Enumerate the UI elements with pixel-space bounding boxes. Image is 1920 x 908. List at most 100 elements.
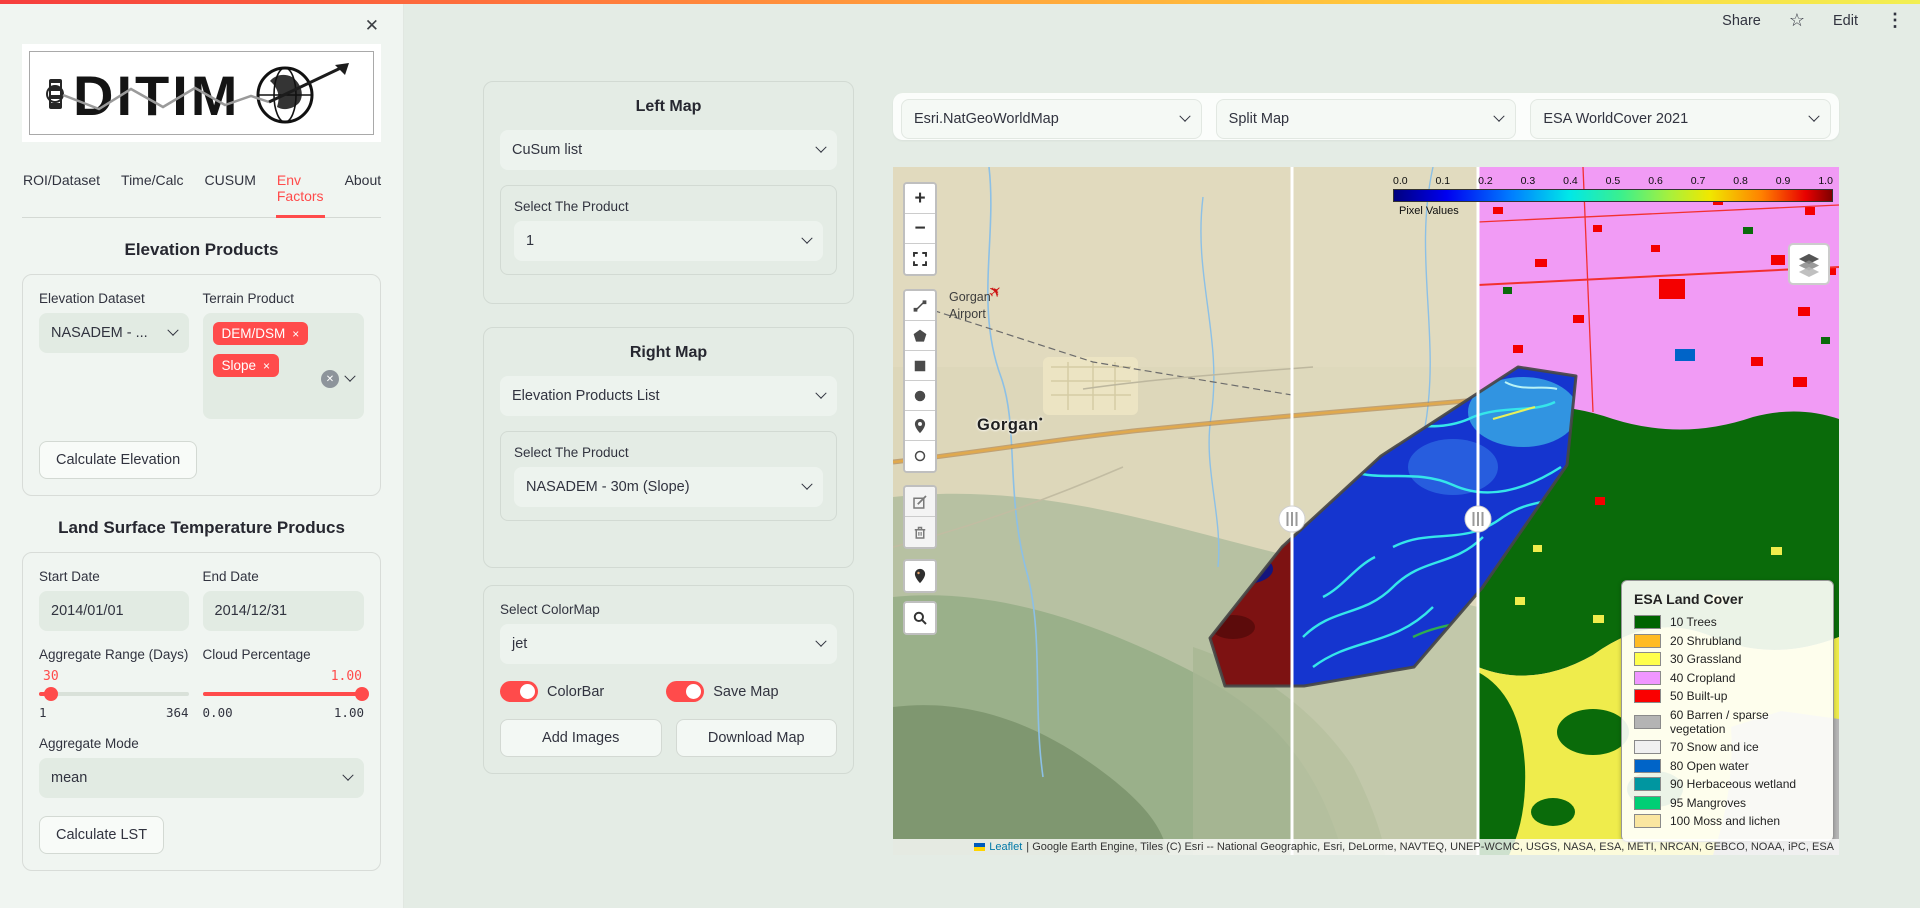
tab-cusum[interactable]: CUSUM xyxy=(204,166,257,217)
search-control xyxy=(903,601,937,635)
legend-swatch xyxy=(1634,615,1661,629)
marker-icon xyxy=(911,417,929,435)
colorbar-gradient xyxy=(1393,189,1833,202)
aggregate-range-slider: Aggregate Range (Days) 30 1 364 xyxy=(39,647,189,720)
chevron-down-icon xyxy=(1494,111,1505,122)
city-label: Gorgan● xyxy=(977,416,1043,435)
legend-label: 40 Cropland xyxy=(1670,671,1735,685)
fullscreen-button[interactable] xyxy=(905,244,935,274)
right-map-product-box: Select The Product NASADEM - 30m (Slope) xyxy=(500,431,837,521)
sidebar-tabs: ROI/Dataset Time/Calc CUSUM Env Factors … xyxy=(22,166,381,218)
map-container[interactable]: + − xyxy=(893,167,1839,855)
slider-thumb[interactable] xyxy=(44,687,58,701)
split-handle-right[interactable] xyxy=(1465,506,1491,532)
slider-track[interactable] xyxy=(39,692,189,696)
legend-swatch xyxy=(1634,814,1661,828)
legend-item: 95 Mangroves xyxy=(1634,796,1821,810)
draw-marker-button[interactable] xyxy=(905,411,935,441)
left-map-product-select[interactable]: 1 xyxy=(514,221,823,261)
multiselect-clear-icon[interactable]: ✕ xyxy=(321,370,339,388)
select-colormap-label: Select ColorMap xyxy=(500,602,837,617)
esa-landcover-legend: ESA Land Cover 10 Trees 20 Shrubland 30 … xyxy=(1621,580,1834,842)
draw-polygon-button[interactable] xyxy=(905,321,935,351)
calculate-elevation-button[interactable]: Calculate Elevation xyxy=(39,441,197,479)
chevron-down-icon xyxy=(1179,111,1190,122)
elevation-dataset-label: Elevation Dataset xyxy=(39,291,189,306)
right-map-list-select[interactable]: Elevation Products List xyxy=(500,376,837,416)
polygon-icon xyxy=(911,327,929,345)
draw-circle-button[interactable] xyxy=(905,381,935,411)
legend-item: 50 Built-up xyxy=(1634,689,1821,703)
tab-roi-dataset[interactable]: ROI/Dataset xyxy=(22,166,101,217)
legend-swatch xyxy=(1634,796,1661,810)
colorbar-toggle[interactable] xyxy=(500,681,538,702)
share-button[interactable]: Share xyxy=(1722,13,1761,29)
right-map-product-select[interactable]: NASADEM - 30m (Slope) xyxy=(514,467,823,507)
start-date-input[interactable]: 2014/01/01 xyxy=(39,591,189,631)
search-icon xyxy=(911,609,929,627)
legend-label: 50 Built-up xyxy=(1670,689,1727,703)
slider-max: 1.00 xyxy=(334,705,364,720)
edit-layers-button[interactable] xyxy=(905,487,935,517)
pin-button[interactable] xyxy=(905,561,935,591)
tag-remove-icon[interactable]: × xyxy=(263,359,270,373)
tick: 0.1 xyxy=(1436,175,1451,187)
circlemarker-icon xyxy=(911,447,929,465)
elevation-dataset-select[interactable]: NASADEM - ... xyxy=(39,313,189,353)
slider-thumb[interactable] xyxy=(355,687,369,701)
savemap-toggle[interactable] xyxy=(666,681,704,702)
zoom-out-button[interactable]: − xyxy=(905,214,935,244)
star-icon[interactable]: ☆ xyxy=(1789,10,1805,31)
calculate-lst-button[interactable]: Calculate LST xyxy=(39,816,164,854)
add-images-button[interactable]: Add Images xyxy=(500,719,662,757)
cloud-percentage-value: 1.00 xyxy=(203,669,364,685)
tab-time-calc[interactable]: Time/Calc xyxy=(120,166,185,217)
leaflet-link[interactable]: Leaflet xyxy=(989,841,1022,853)
tag-dem-dsm[interactable]: DEM/DSM × xyxy=(213,322,309,345)
sidebar-close-icon[interactable]: ✕ xyxy=(365,16,379,36)
delete-layers-button[interactable] xyxy=(905,517,935,547)
split-handle-left[interactable] xyxy=(1279,506,1305,532)
overlay-select[interactable]: ESA WorldCover 2021 xyxy=(1530,99,1831,139)
legend-label: 20 Shrubland xyxy=(1670,634,1741,648)
savemap-toggle-wrap: Save Map xyxy=(666,681,778,702)
aggregate-mode-select[interactable]: mean xyxy=(39,758,364,798)
slider-track[interactable] xyxy=(203,692,364,696)
left-map-panel: Left Map CuSum list Select The Product 1 xyxy=(483,81,854,304)
kebab-menu-icon[interactable]: ⋮ xyxy=(1886,10,1904,31)
basemap-select[interactable]: Esri.NatGeoWorldMap xyxy=(901,99,1202,139)
city-name: Gorgan xyxy=(977,416,1039,434)
legend-swatch xyxy=(1634,740,1661,754)
map-mode-select[interactable]: Split Map xyxy=(1216,99,1517,139)
draw-circlemarker-button[interactable] xyxy=(905,441,935,471)
left-map-list-select[interactable]: CuSum list xyxy=(500,130,837,170)
download-map-button[interactable]: Download Map xyxy=(676,719,838,757)
select-product-label: Select The Product xyxy=(514,445,823,460)
tag-slope[interactable]: Slope × xyxy=(213,354,280,377)
search-button[interactable] xyxy=(905,603,935,633)
draw-rectangle-button[interactable] xyxy=(905,351,935,381)
tab-env-factors[interactable]: Env Factors xyxy=(276,166,325,218)
terrain-product-multiselect[interactable]: DEM/DSM × Slope × ✕ xyxy=(203,313,364,419)
tab-about[interactable]: About xyxy=(344,166,383,217)
edit-button[interactable]: Edit xyxy=(1833,13,1858,29)
end-date-input[interactable]: 2014/12/31 xyxy=(203,591,364,631)
chevron-down-icon xyxy=(342,770,353,781)
legend-swatch xyxy=(1634,715,1661,729)
sidebar: ✕ DITIM ROI/Dataset Time/Calc CUSUM xyxy=(0,4,404,908)
colormap-select[interactable]: jet xyxy=(500,624,837,664)
tag-remove-icon[interactable]: × xyxy=(292,327,299,341)
city-dot-icon: ● xyxy=(1039,416,1044,423)
draw-polyline-button[interactable] xyxy=(905,291,935,321)
pin-icon xyxy=(911,567,929,585)
colorbar-ticks: 0.0 0.1 0.2 0.3 0.4 0.5 0.6 0.7 0.8 0.9 … xyxy=(1393,175,1833,187)
app-logo: DITIM xyxy=(22,44,381,142)
tick: 0.4 xyxy=(1563,175,1578,187)
right-map-title: Right Map xyxy=(500,344,837,362)
zoom-in-button[interactable]: + xyxy=(905,184,935,214)
chevron-down-icon xyxy=(815,142,826,153)
left-map-product-box: Select The Product 1 xyxy=(500,185,837,275)
edit-toolbar xyxy=(903,485,937,549)
layers-control[interactable] xyxy=(1788,243,1830,285)
legend-label: 95 Mangroves xyxy=(1670,796,1746,810)
